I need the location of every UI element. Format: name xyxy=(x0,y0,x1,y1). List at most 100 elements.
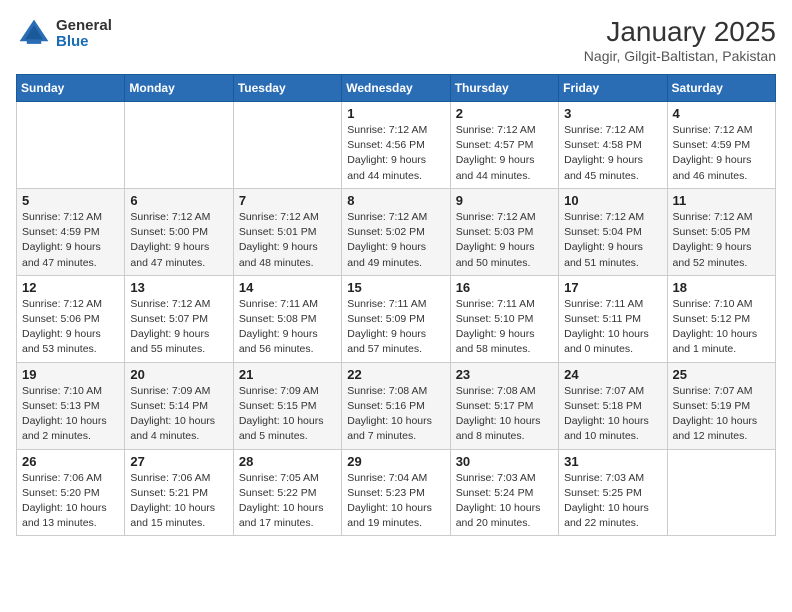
table-cell: 10Sunrise: 7:12 AMSunset: 5:04 PMDayligh… xyxy=(559,188,667,275)
day-number: 2 xyxy=(456,106,553,121)
day-info: Sunrise: 7:05 AMSunset: 5:22 PMDaylight:… xyxy=(239,471,336,532)
table-cell: 21 Sunrise: 7:09 AMSunset: 5:15 PMDayligh… xyxy=(233,362,341,449)
col-wednesday: Wednesday xyxy=(342,75,450,102)
day-number: 7 xyxy=(239,193,336,208)
day-number: 28 xyxy=(239,454,336,469)
logo-blue: Blue xyxy=(56,34,112,51)
table-cell: 17 Sunrise: 7:11 AMSunset: 5:11 PMDayligh… xyxy=(559,275,667,362)
table-cell: 9 Sunrise: 7:12 AMSunset: 5:03 PMDaylight… xyxy=(450,188,558,275)
table-cell: 15Sunrise: 7:11 AMSunset: 5:09 PMDayligh… xyxy=(342,275,450,362)
day-info: Sunrise: 7:12 AMSunset: 5:05 PMDaylight:… xyxy=(673,210,770,271)
day-number: 21 xyxy=(239,367,336,382)
day-number: 16 xyxy=(456,280,553,295)
table-cell: 14 Sunrise: 7:11 AMSunset: 5:08 PMDayligh… xyxy=(233,275,341,362)
day-info: Sunrise: 7:12 AMSunset: 4:59 PMDaylight:… xyxy=(673,123,770,184)
table-cell xyxy=(17,102,125,189)
table-cell: 4 Sunrise: 7:12 AMSunset: 4:59 PMDaylight… xyxy=(667,102,775,189)
week-row-1: 1 Sunrise: 7:12 AMSunset: 4:56 PMDaylight… xyxy=(17,102,776,189)
day-info: Sunrise: 7:09 AMSunset: 5:14 PMDaylight:… xyxy=(130,384,227,445)
logo-icon xyxy=(16,16,52,52)
table-cell xyxy=(667,449,775,536)
table-cell: 20 Sunrise: 7:09 AMSunset: 5:14 PMDayligh… xyxy=(125,362,233,449)
table-cell: 13Sunrise: 7:12 AMSunset: 5:07 PMDayligh… xyxy=(125,275,233,362)
day-number: 8 xyxy=(347,193,444,208)
day-info: Sunrise: 7:12 AMSunset: 5:03 PMDaylight:… xyxy=(456,210,553,271)
table-cell xyxy=(125,102,233,189)
day-number: 5 xyxy=(22,193,119,208)
day-info: Sunrise: 7:10 AMSunset: 5:13 PMDaylight:… xyxy=(22,384,119,445)
day-info: Sunrise: 7:07 AMSunset: 5:18 PMDaylight:… xyxy=(564,384,661,445)
day-info: Sunrise: 7:12 AMSunset: 5:01 PMDaylight:… xyxy=(239,210,336,271)
table-cell: 31Sunrise: 7:03 AMSunset: 5:25 PMDayligh… xyxy=(559,449,667,536)
day-number: 29 xyxy=(347,454,444,469)
day-info: Sunrise: 7:12 AMSunset: 4:57 PMDaylight:… xyxy=(456,123,553,184)
table-cell: 5 Sunrise: 7:12 AMSunset: 4:59 PMDaylight… xyxy=(17,188,125,275)
day-info: Sunrise: 7:12 AMSunset: 4:59 PMDaylight:… xyxy=(22,210,119,271)
day-info: Sunrise: 7:08 AMSunset: 5:17 PMDaylight:… xyxy=(456,384,553,445)
day-number: 1 xyxy=(347,106,444,121)
day-info: Sunrise: 7:06 AMSunset: 5:21 PMDaylight:… xyxy=(130,471,227,532)
col-tuesday: Tuesday xyxy=(233,75,341,102)
table-cell: 7 Sunrise: 7:12 AMSunset: 5:01 PMDaylight… xyxy=(233,188,341,275)
day-info: Sunrise: 7:03 AMSunset: 5:25 PMDaylight:… xyxy=(564,471,661,532)
table-cell: 2 Sunrise: 7:12 AMSunset: 4:57 PMDaylight… xyxy=(450,102,558,189)
day-number: 23 xyxy=(456,367,553,382)
day-number: 24 xyxy=(564,367,661,382)
day-number: 9 xyxy=(456,193,553,208)
day-info: Sunrise: 7:07 AMSunset: 5:19 PMDaylight:… xyxy=(673,384,770,445)
table-cell: 1 Sunrise: 7:12 AMSunset: 4:56 PMDaylight… xyxy=(342,102,450,189)
page-header: General Blue January 2025 Nagir, Gilgit-… xyxy=(16,16,776,64)
day-number: 27 xyxy=(130,454,227,469)
table-cell: 23 Sunrise: 7:08 AMSunset: 5:17 PMDayligh… xyxy=(450,362,558,449)
table-cell xyxy=(233,102,341,189)
day-info: Sunrise: 7:06 AMSunset: 5:20 PMDaylight:… xyxy=(22,471,119,532)
col-monday: Monday xyxy=(125,75,233,102)
col-saturday: Saturday xyxy=(667,75,775,102)
table-cell: 27 Sunrise: 7:06 AMSunset: 5:21 PMDayligh… xyxy=(125,449,233,536)
day-number: 15 xyxy=(347,280,444,295)
day-number: 26 xyxy=(22,454,119,469)
day-number: 30 xyxy=(456,454,553,469)
table-cell: 28 Sunrise: 7:05 AMSunset: 5:22 PMDayligh… xyxy=(233,449,341,536)
table-cell: 19 Sunrise: 7:10 AMSunset: 5:13 PMDayligh… xyxy=(17,362,125,449)
table-cell: 16Sunrise: 7:11 AMSunset: 5:10 PMDayligh… xyxy=(450,275,558,362)
day-number: 20 xyxy=(130,367,227,382)
calendar: Sunday Monday Tuesday Wednesday Thursday… xyxy=(16,74,776,536)
day-number: 17 xyxy=(564,280,661,295)
table-cell: 12 Sunrise: 7:12 AMSunset: 5:06 PMDayligh… xyxy=(17,275,125,362)
day-info: Sunrise: 7:04 AMSunset: 5:23 PMDaylight:… xyxy=(347,471,444,532)
col-friday: Friday xyxy=(559,75,667,102)
table-cell: 30Sunrise: 7:03 AMSunset: 5:24 PMDayligh… xyxy=(450,449,558,536)
title-block: January 2025 Nagir, Gilgit-Baltistan, Pa… xyxy=(584,16,776,64)
day-info: Sunrise: 7:12 AMSunset: 4:56 PMDaylight:… xyxy=(347,123,444,184)
logo-text: General Blue xyxy=(56,18,112,51)
day-info: Sunrise: 7:12 AMSunset: 5:06 PMDaylight:… xyxy=(22,297,119,358)
day-number: 4 xyxy=(673,106,770,121)
logo: General Blue xyxy=(16,16,112,52)
week-row-2: 5 Sunrise: 7:12 AMSunset: 4:59 PMDaylight… xyxy=(17,188,776,275)
table-cell: 24 Sunrise: 7:07 AMSunset: 5:18 PMDayligh… xyxy=(559,362,667,449)
main-title: January 2025 xyxy=(584,16,776,48)
day-number: 6 xyxy=(130,193,227,208)
subtitle: Nagir, Gilgit-Baltistan, Pakistan xyxy=(584,48,776,64)
day-info: Sunrise: 7:09 AMSunset: 5:15 PMDaylight:… xyxy=(239,384,336,445)
col-sunday: Sunday xyxy=(17,75,125,102)
day-info: Sunrise: 7:11 AMSunset: 5:11 PMDaylight:… xyxy=(564,297,661,358)
day-number: 25 xyxy=(673,367,770,382)
day-number: 14 xyxy=(239,280,336,295)
day-number: 10 xyxy=(564,193,661,208)
day-info: Sunrise: 7:11 AMSunset: 5:08 PMDaylight:… xyxy=(239,297,336,358)
table-cell: 22 Sunrise: 7:08 AMSunset: 5:16 PMDayligh… xyxy=(342,362,450,449)
calendar-header-row: Sunday Monday Tuesday Wednesday Thursday… xyxy=(17,75,776,102)
table-cell: 11 Sunrise: 7:12 AMSunset: 5:05 PMDayligh… xyxy=(667,188,775,275)
day-number: 11 xyxy=(673,193,770,208)
day-number: 19 xyxy=(22,367,119,382)
table-cell: 29 Sunrise: 7:04 AMSunset: 5:23 PMDayligh… xyxy=(342,449,450,536)
table-cell: 18Sunrise: 7:10 AMSunset: 5:12 PMDayligh… xyxy=(667,275,775,362)
day-number: 12 xyxy=(22,280,119,295)
day-number: 22 xyxy=(347,367,444,382)
table-cell: 6Sunrise: 7:12 AMSunset: 5:00 PMDaylight… xyxy=(125,188,233,275)
day-info: Sunrise: 7:12 AMSunset: 5:02 PMDaylight:… xyxy=(347,210,444,271)
day-number: 3 xyxy=(564,106,661,121)
day-info: Sunrise: 7:08 AMSunset: 5:16 PMDaylight:… xyxy=(347,384,444,445)
